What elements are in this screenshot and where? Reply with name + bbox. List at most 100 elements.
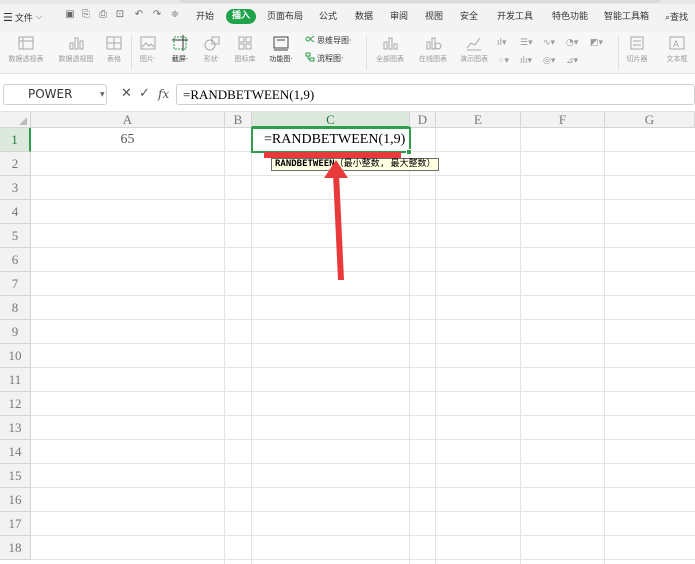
fill-handle[interactable] — [406, 149, 412, 155]
mind-map-button[interactable]: 思维导图· — [305, 34, 352, 48]
slicer-icon — [630, 36, 644, 50]
formula-input[interactable]: =RANDBETWEEN(1,9) — [176, 84, 695, 105]
tab-review[interactable]: 审阅 — [390, 10, 408, 24]
image-button[interactable]: 图片· — [135, 32, 161, 74]
row-header-8[interactable]: 8 — [0, 296, 31, 320]
gridline — [435, 128, 436, 564]
gridline — [31, 247, 695, 248]
image-icon — [140, 36, 156, 50]
screenshot-icon — [172, 35, 188, 51]
file-menu-button[interactable]: ☰ 文件 ⌵ — [3, 8, 42, 26]
search-command[interactable]: ⌕查找 — [665, 10, 688, 23]
row-header-15[interactable]: 15 — [0, 464, 31, 488]
confirm-icon[interactable]: ✓ — [139, 87, 150, 101]
row-header-14[interactable]: 14 — [0, 440, 31, 464]
tab-page-layout[interactable]: 页面布局 — [267, 10, 303, 24]
gridline — [409, 128, 410, 564]
tab-view[interactable]: 视图 — [425, 10, 443, 24]
scatter-chart-icon[interactable]: ⁘▾ — [497, 54, 517, 68]
gridline — [520, 128, 521, 564]
select-all-corner[interactable] — [0, 112, 31, 128]
function-chart-button[interactable]: 功能图· — [263, 32, 299, 74]
column-header-f[interactable]: F — [521, 112, 605, 128]
online-charts-button[interactable]: 在线图表 — [414, 32, 452, 74]
chevron-down-icon[interactable]: ▼ — [100, 91, 105, 98]
column-header-c[interactable]: C — [252, 112, 410, 128]
tab-home[interactable]: 开始 — [196, 10, 214, 24]
column-header-g[interactable]: G — [605, 112, 695, 128]
cancel-icon[interactable]: ✕ — [121, 87, 132, 101]
shape-button[interactable]: 形状· — [199, 32, 225, 74]
tab-data[interactable]: 数据 — [355, 10, 373, 24]
line-chart-icon[interactable]: ∿▾ — [543, 36, 563, 50]
pie-chart-icon[interactable]: ◔▾ — [566, 36, 586, 50]
tooltip-arguments: （最小整数, 最大整数） — [334, 159, 436, 169]
row-header-9[interactable]: 9 — [0, 320, 31, 344]
stock-chart-icon[interactable]: ılı▾ — [520, 54, 540, 68]
gridline — [31, 391, 695, 392]
row-header-13[interactable]: 13 — [0, 416, 31, 440]
row-header-10[interactable]: 10 — [0, 344, 31, 368]
search-label: 查找 — [670, 13, 689, 23]
radar-chart-icon[interactable]: ◎▾ — [543, 54, 563, 68]
table-button[interactable]: 表格 — [103, 32, 125, 74]
row-header-1[interactable]: 1 — [0, 128, 31, 152]
cell-c1-editing[interactable]: =RANDBETWEEN(1,9) — [251, 127, 411, 153]
gridline — [31, 223, 695, 224]
row-header-7[interactable]: 7 — [0, 272, 31, 296]
row-header-3[interactable]: 3 — [0, 176, 31, 200]
column-header-a[interactable]: A — [31, 112, 225, 128]
column-header-e[interactable]: E — [436, 112, 521, 128]
file-menu-label: 文件 — [14, 13, 33, 24]
pivot-table-button[interactable]: 数据透视表 — [4, 32, 48, 74]
combo-chart-icon[interactable]: ⊿▾ — [566, 54, 586, 68]
column-header-b[interactable]: B — [225, 112, 252, 128]
bar-chart-icon[interactable]: ☰▾ — [520, 36, 540, 50]
row-header-12[interactable]: 12 — [0, 392, 31, 416]
tab-insert[interactable]: 插入 — [226, 9, 256, 24]
column-chart-icon[interactable]: ıl▾ — [497, 36, 517, 50]
gridline — [31, 559, 695, 560]
row-header-2[interactable]: 2 — [0, 152, 31, 176]
row-header-5[interactable]: 5 — [0, 224, 31, 248]
tab-smart-toolbox[interactable]: 智能工具箱 — [604, 10, 649, 24]
slicer-button[interactable]: 切片器 — [622, 32, 652, 74]
all-charts-button[interactable]: 全部图表 — [371, 32, 409, 74]
demo-charts-icon — [466, 37, 481, 51]
tab-developer[interactable]: 开发工具 — [497, 10, 533, 24]
row-header-17[interactable]: 17 — [0, 512, 31, 536]
row-header-16[interactable]: 16 — [0, 488, 31, 512]
tab-formulas[interactable]: 公式 — [319, 10, 337, 24]
demo-charts-button[interactable]: 演示图表 — [456, 32, 492, 74]
gridline — [31, 463, 695, 464]
all-charts-icon — [383, 37, 398, 50]
screenshot-button[interactable]: 截屏· — [166, 32, 194, 74]
cell-a1[interactable]: 65 — [31, 128, 224, 152]
insert-function-icon[interactable]: fx — [158, 87, 169, 101]
pivot-chart-button[interactable]: 数据透视图 — [54, 32, 98, 74]
tooltip-function-name: RANDBETWEEN — [275, 159, 335, 169]
save-icon[interactable]: ▣ — [64, 9, 76, 21]
row-header-18[interactable]: 18 — [0, 536, 31, 560]
row-header-4[interactable]: 4 — [0, 200, 31, 224]
export-pdf-icon[interactable]: ⎘ — [80, 9, 92, 21]
column-header-d[interactable]: D — [410, 112, 436, 128]
flowchart-icon — [305, 52, 315, 62]
customize-toolbar-icon[interactable]: ≑ — [169, 9, 181, 21]
row-header-11[interactable]: 11 — [0, 368, 31, 392]
print-icon[interactable]: ⎙ — [97, 9, 109, 21]
gridline — [31, 175, 695, 176]
icon-library-button[interactable]: 图标库 — [231, 32, 259, 74]
row-header-6[interactable]: 6 — [0, 248, 31, 272]
ribbon-separator — [131, 36, 132, 70]
tab-special-features[interactable]: 特色功能 — [552, 10, 588, 24]
redo-icon[interactable]: ↷ — [151, 9, 163, 21]
tab-security[interactable]: 安全 — [460, 10, 478, 24]
print-preview-icon[interactable]: ⊡ — [114, 9, 126, 21]
area-chart-icon[interactable]: ◩▾ — [590, 36, 610, 50]
undo-icon[interactable]: ↶ — [133, 9, 145, 21]
flowchart-button[interactable]: 流程图· — [305, 52, 344, 66]
name-box[interactable]: POWER — [3, 84, 107, 105]
textbox-button[interactable]: A 文本框 — [662, 32, 692, 74]
online-charts-label: 在线图表 — [419, 55, 447, 63]
